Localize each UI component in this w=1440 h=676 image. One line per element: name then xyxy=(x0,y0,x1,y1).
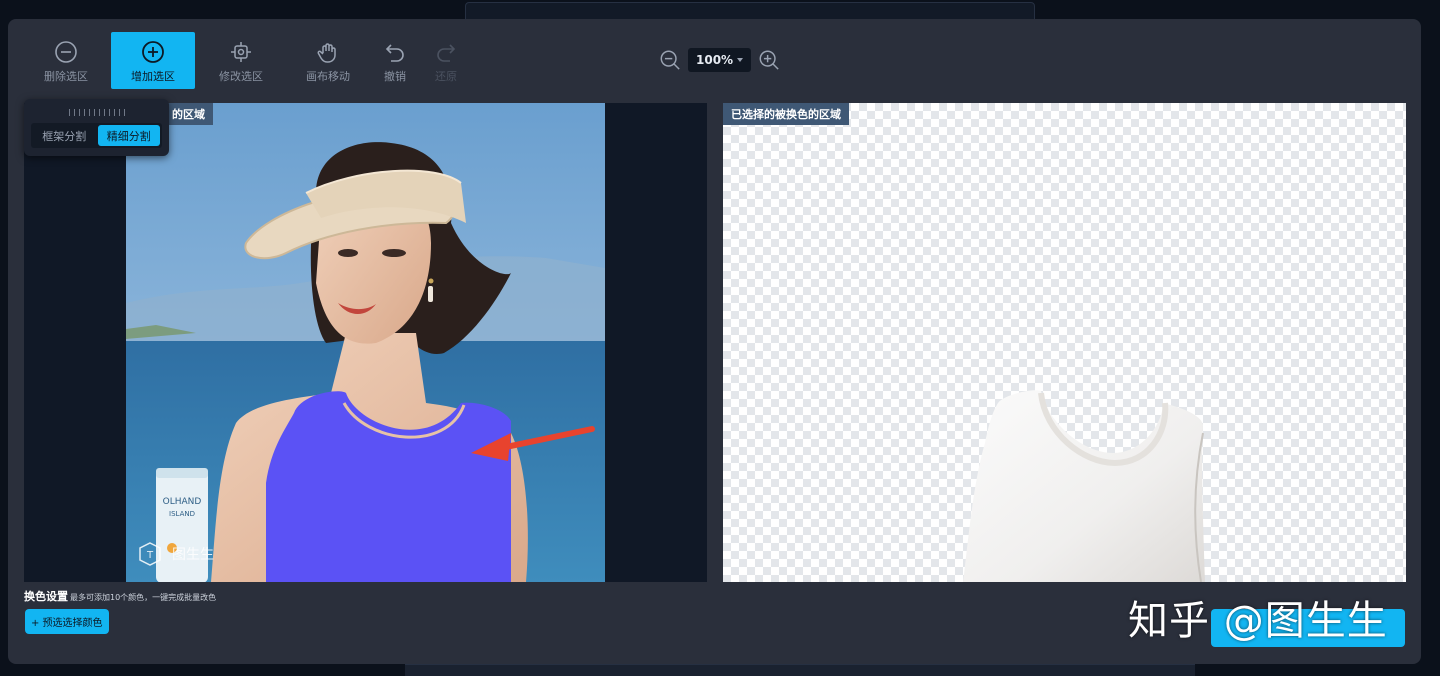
preset-color-button[interactable]: + 预选选择颜色 xyxy=(25,609,109,634)
zoom-in-button[interactable] xyxy=(757,48,781,72)
undo-icon xyxy=(385,44,404,62)
add-selection-label: 增加选区 xyxy=(131,70,175,83)
recolor-settings-title: 换色设置 最多可添加10个颜色，一键完成批量改色 xyxy=(24,588,216,604)
remove-selection-label: 删除选区 xyxy=(44,70,88,83)
undo-button[interactable]: 撤销 xyxy=(370,32,420,89)
photo-logo-text: 图生生 xyxy=(172,547,214,563)
zoom-out-button[interactable] xyxy=(658,48,682,72)
hand-icon xyxy=(317,43,336,63)
fine-segmentation-option[interactable]: 精细分割 xyxy=(97,125,160,146)
redo-label: 还原 xyxy=(435,70,457,83)
extracted-region-canvas[interactable]: 已选择的被换色的区域 xyxy=(723,103,1406,582)
segmentation-toggle: 框架分割 精细分割 xyxy=(31,123,162,148)
source-photo[interactable]: OLHAND ISLAND T 图生生 xyxy=(126,103,605,582)
pan-canvas-button[interactable]: 画布移动 xyxy=(286,32,370,89)
zoom-out-icon xyxy=(660,50,680,70)
original-canvas[interactable]: 的区域 OLHAND ISLAND T 图生生 xyxy=(24,103,707,582)
drag-handle[interactable] xyxy=(69,109,125,116)
tool-bar: 删除选区 增加选区 修改选区 画布移动 撤销 还原 100% xyxy=(8,19,1421,101)
pan-canvas-label: 画布移动 xyxy=(306,70,350,83)
settings-subtitle: 最多可添加10个颜色，一键完成批量改色 xyxy=(70,593,217,602)
plus-circle-icon xyxy=(142,41,164,63)
selected-area-tag: 已选择的被换色的区域 xyxy=(723,103,849,125)
zoom-control: 100% xyxy=(658,48,781,72)
segmentation-mode-popover: 框架分割 精细分割 xyxy=(24,99,169,156)
recolor-modal: 删除选区 增加选区 修改选区 画布移动 撤销 还原 100% 的区域 OLHAN… xyxy=(8,19,1421,664)
zoom-level-select[interactable]: 100% xyxy=(688,48,752,72)
extracted-top-image xyxy=(963,390,1205,582)
background-app-footer xyxy=(405,664,1195,676)
original-area-tag: 的区域 xyxy=(164,103,213,125)
minus-circle-icon xyxy=(55,41,77,63)
settings-title-text: 换色设置 xyxy=(24,590,68,603)
edit-selection-button[interactable]: 修改选区 xyxy=(199,32,283,89)
redo-button[interactable]: 还原 xyxy=(421,32,471,89)
site-watermark: 知乎 @图生生 xyxy=(1128,598,1388,644)
svg-text:T: T xyxy=(146,550,154,561)
zoom-level-value: 100% xyxy=(696,53,734,67)
redo-icon xyxy=(437,44,456,62)
edit-selection-label: 修改选区 xyxy=(219,70,263,83)
chip-edit-icon xyxy=(231,42,251,62)
product-text-1: OLHAND xyxy=(163,497,202,507)
box-segmentation-option[interactable]: 框架分割 xyxy=(33,125,96,146)
remove-selection-button[interactable]: 删除选区 xyxy=(24,32,108,89)
undo-label: 撤销 xyxy=(384,70,406,83)
chevron-down-icon xyxy=(737,58,744,62)
zoom-in-icon xyxy=(759,50,779,70)
product-text-2: ISLAND xyxy=(169,510,195,518)
add-selection-button[interactable]: 增加选区 xyxy=(111,32,195,89)
photo-illustration: OLHAND ISLAND T 图生生 xyxy=(126,103,605,582)
